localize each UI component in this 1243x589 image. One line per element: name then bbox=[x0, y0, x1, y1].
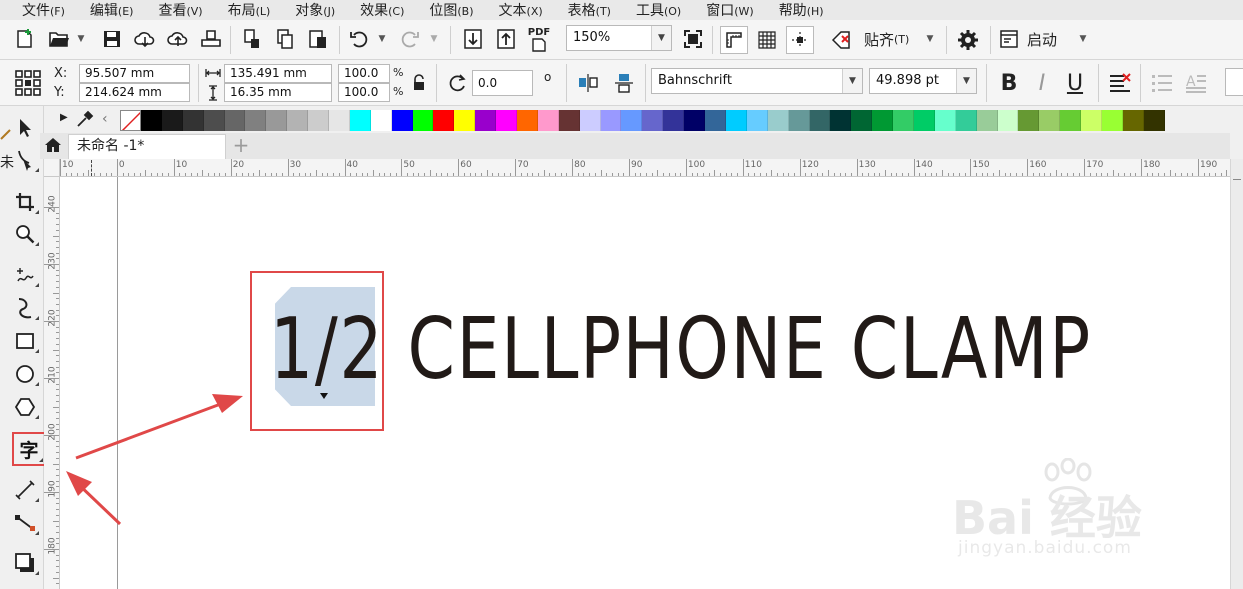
baidu-watermark: Bai 经验 jingyan.baidu.com bbox=[952, 458, 1182, 568]
arrowhead-to-text bbox=[212, 394, 243, 413]
coreldraw-window: 文件(F) 编辑(E) 查看(V) 布局(L) 对象(J) 效果(C) 位图(B) 文本(X)… bbox=[0, 0, 1243, 589]
watermark-url: jingyan.baidu.com bbox=[958, 538, 1132, 558]
